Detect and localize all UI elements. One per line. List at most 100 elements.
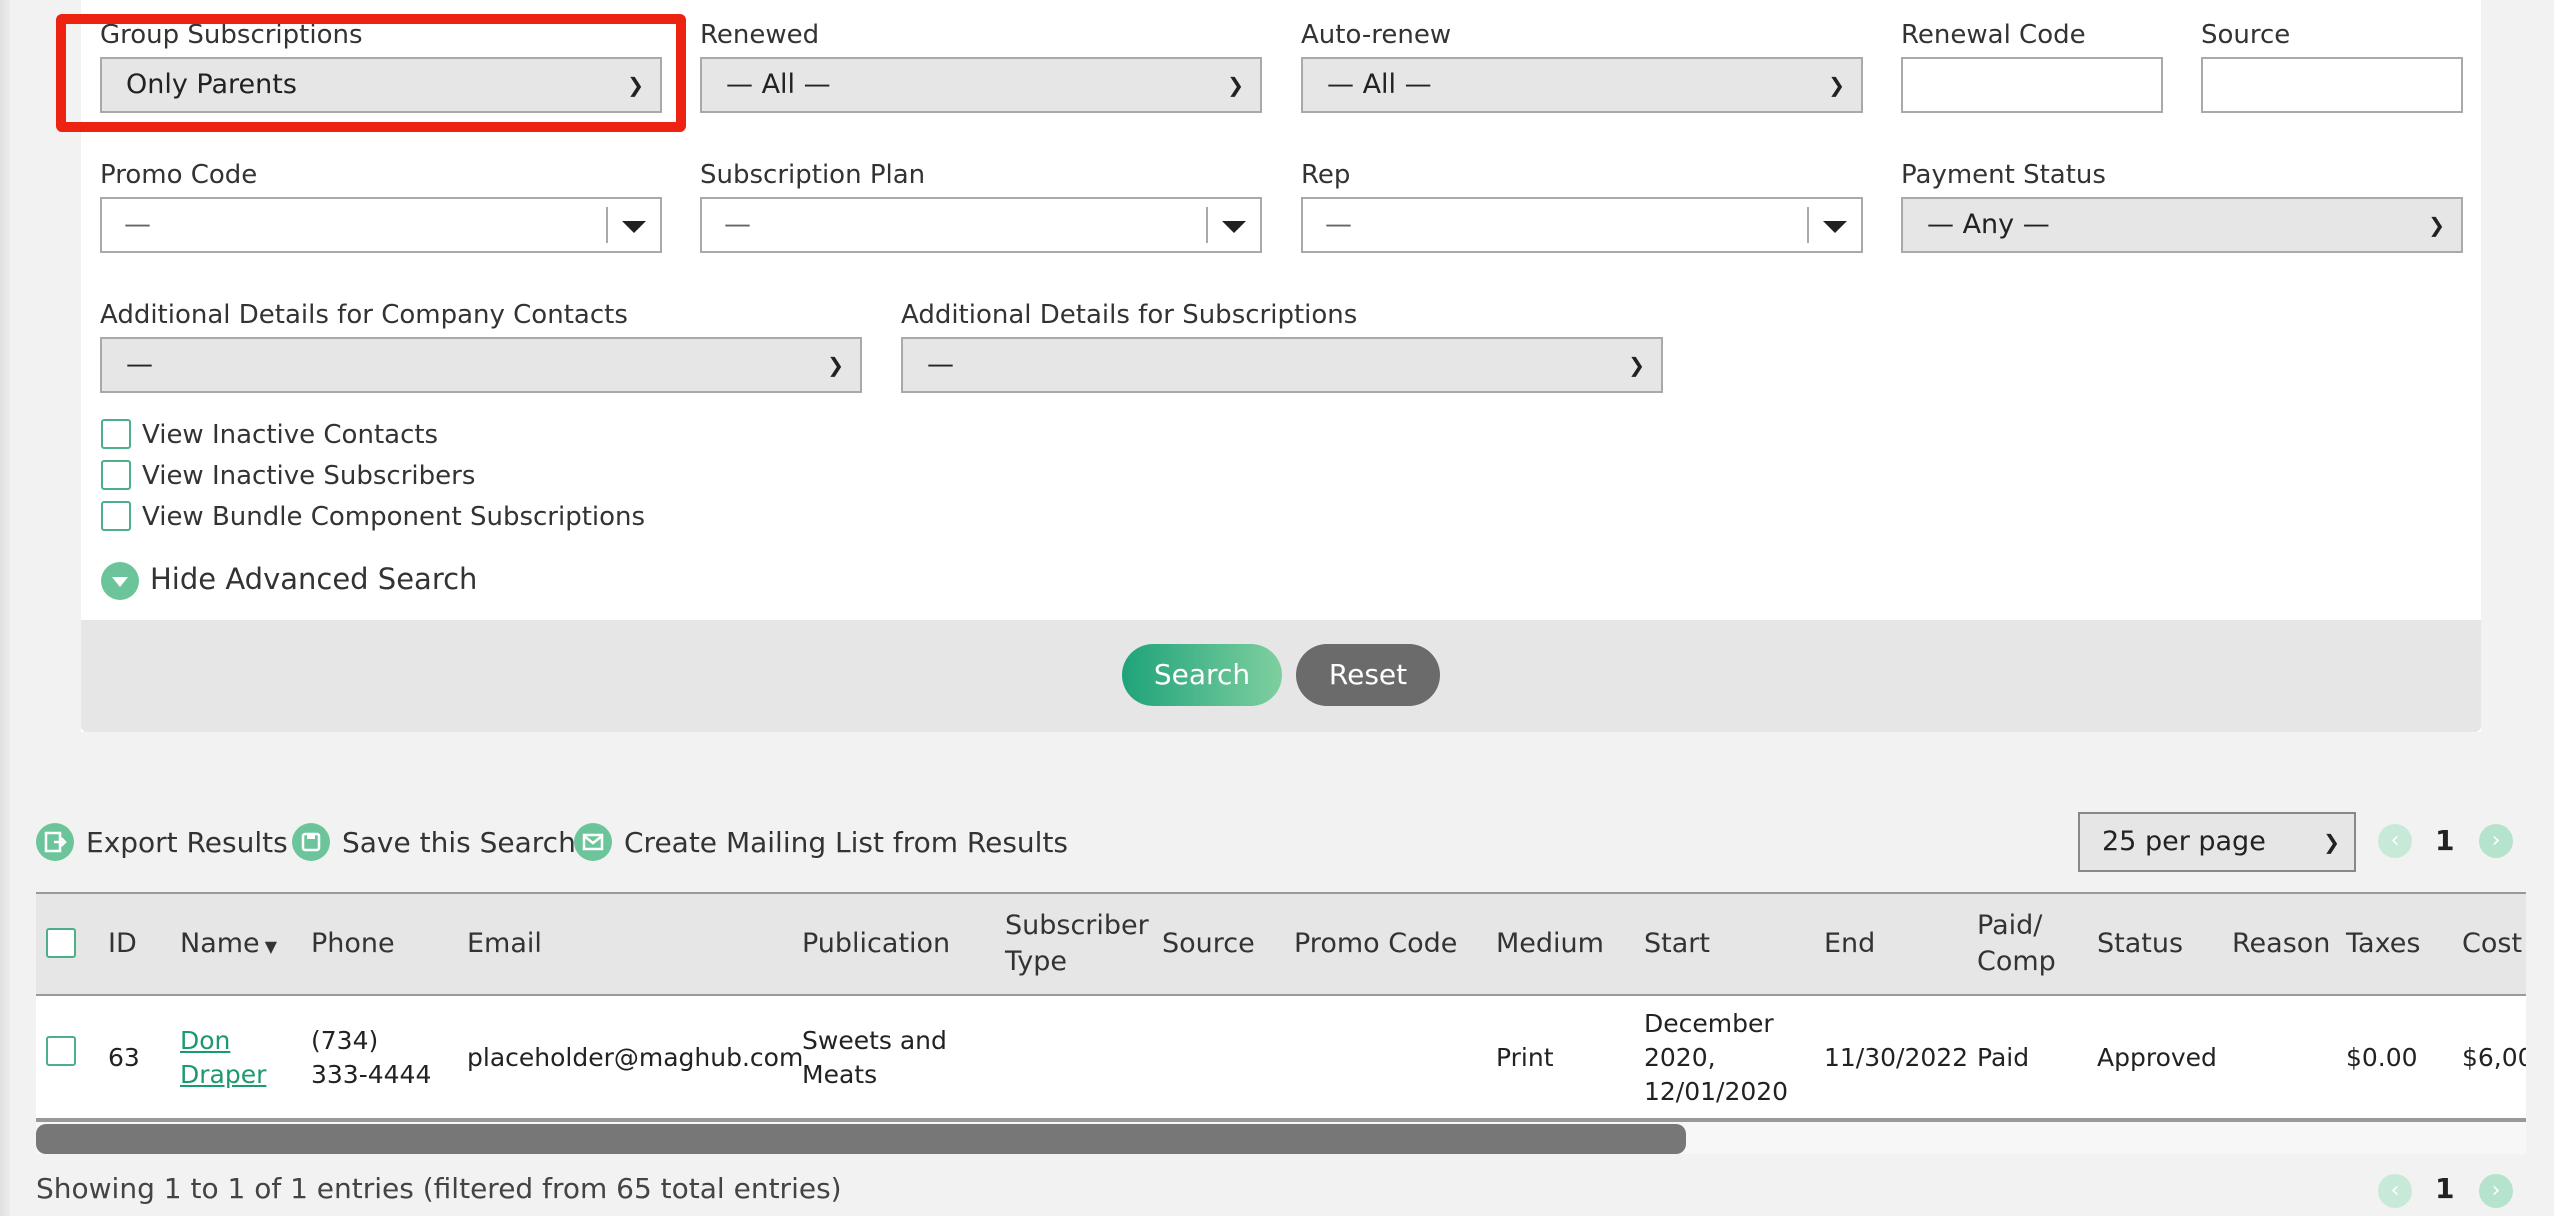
rep-value: — [1325,209,1352,240]
subscription-details-label: Additional Details for Subscriptions [901,300,1358,330]
payment-status-value: — Any — [1927,209,2050,240]
col-phone[interactable]: Phone [311,926,395,962]
promo-code-value: — [124,209,151,240]
prev-page-icon[interactable]: ‹ [2378,1174,2412,1208]
bundle-component-label[interactable]: View Bundle Component Subscriptions [142,502,645,532]
col-name-label: Name [180,928,260,959]
renewed-select[interactable]: — All — ❯ [700,57,1262,113]
chevron-down-icon: ❯ [2428,213,2445,237]
col-end[interactable]: End [1824,926,1875,962]
horizontal-scrollbar[interactable] [36,1120,2526,1154]
auto-renew-label: Auto-renew [1301,20,1452,50]
col-email[interactable]: Email [467,926,542,962]
inactive-subscribers-label[interactable]: View Inactive Subscribers [142,461,475,491]
col-taxes[interactable]: Taxes [2346,926,2420,962]
cell-start: December 2020, 12/01/2020 [1644,1009,1789,1106]
company-details-select[interactable]: — ❯ [100,337,862,393]
chevron-down-icon: ❯ [827,353,844,377]
dropdown-arrow-icon[interactable] [622,221,646,233]
renewal-code-input[interactable] [1901,57,2163,113]
reset-button[interactable]: Reset [1296,644,1440,706]
source-input[interactable] [2201,57,2463,113]
collapse-icon[interactable] [101,562,139,600]
col-promo-code[interactable]: Promo Code [1294,926,1457,962]
col-paid-comp[interactable]: Paid/ Comp [1977,908,2067,980]
subscription-plan-value: — [724,209,751,240]
inactive-contacts-label[interactable]: View Inactive Contacts [142,420,438,450]
sort-desc-icon: ▼ [259,937,278,956]
cell-end: 11/30/2022 [1824,1043,1969,1072]
subscription-plan-label: Subscription Plan [700,160,926,190]
page-number[interactable]: 1 [2435,824,2454,857]
table-row: 63 Don Draper (734) 333-4444 placeholder… [36,996,2526,1120]
col-medium[interactable]: Medium [1496,926,1604,962]
cell-phone: (734) 333-4444 [311,1026,432,1089]
cell-status: Approved [2097,1043,2217,1072]
inactive-contacts-checkbox[interactable] [101,419,131,449]
company-details-value: — [126,349,153,380]
export-results-link[interactable]: Export Results [86,826,288,859]
dropdown-arrow-icon[interactable] [1222,221,1246,233]
rep-combobox[interactable]: — [1301,197,1863,253]
col-name[interactable]: Name ▼ [180,926,277,965]
table-header: ID Name ▼ Phone Email Publication Subscr… [36,892,2526,996]
results-table: ID Name ▼ Phone Email Publication Subscr… [36,892,2526,1120]
col-start[interactable]: Start [1644,926,1710,962]
col-publication[interactable]: Publication [802,926,950,962]
subscription-plan-combobox[interactable]: — [700,197,1262,253]
source-label: Source [2201,20,2291,50]
select-all-checkbox[interactable] [46,928,76,958]
page-number[interactable]: 1 [2435,1172,2454,1205]
hide-advanced-search-link[interactable]: Hide Advanced Search [150,562,477,596]
rep-label: Rep [1301,160,1351,190]
subscription-details-value: — [927,349,954,380]
export-icon[interactable] [36,823,74,861]
chevron-down-icon: ❯ [1628,353,1645,377]
cell-publication: Sweets and Meats [802,1026,947,1089]
renewal-code-label: Renewal Code [1901,20,2086,50]
divider [606,207,608,243]
auto-renew-value: — All — [1327,69,1432,100]
cell-cost: $6,00 [2462,1043,2526,1072]
payment-status-label: Payment Status [1901,160,2106,190]
payment-status-select[interactable]: — Any — ❯ [1901,197,2463,253]
cell-name-link[interactable]: Don Draper [180,1024,280,1092]
mail-icon[interactable] [574,823,612,861]
cell-medium: Print [1496,1043,1554,1072]
promo-code-combobox[interactable]: — [100,197,662,253]
save-search-link[interactable]: Save this Search [342,826,576,859]
cell-id: 63 [108,1043,140,1072]
company-details-label: Additional Details for Company Contacts [100,300,628,330]
col-status[interactable]: Status [2097,926,2183,962]
col-id[interactable]: ID [108,926,137,962]
dropdown-arrow-icon[interactable] [1823,221,1847,233]
bundle-component-checkbox[interactable] [101,501,131,531]
cell-taxes: $0.00 [2346,1043,2418,1072]
subscription-details-select[interactable]: — ❯ [901,337,1663,393]
renewed-value: — All — [726,69,831,100]
col-source[interactable]: Source [1162,926,1255,962]
inactive-subscribers-checkbox[interactable] [101,460,131,490]
next-page-icon[interactable]: › [2479,824,2513,858]
cell-paid-comp: Paid [1977,1043,2030,1072]
auto-renew-select[interactable]: — All — ❯ [1301,57,1863,113]
chevron-down-icon: ❯ [1828,73,1845,97]
per-page-select[interactable]: 25 per page ❯ [2078,812,2356,872]
save-icon[interactable] [292,823,330,861]
col-reason[interactable]: Reason [2232,926,2330,962]
divider [1206,207,1208,243]
renewed-label: Renewed [700,20,820,50]
col-cost[interactable]: Cost [2462,926,2522,962]
col-subscriber-type[interactable]: Subscriber Type [1005,908,1155,980]
divider [1807,207,1809,243]
search-button[interactable]: Search [1122,644,1282,706]
prev-page-icon[interactable]: ‹ [2378,824,2412,858]
page-edge [0,0,10,1216]
entries-info: Showing 1 to 1 of 1 entries (filtered fr… [36,1172,842,1205]
highlight-box [56,14,686,132]
scrollbar-thumb[interactable] [36,1124,1686,1154]
next-page-icon[interactable]: › [2479,1174,2513,1208]
create-mailing-list-link[interactable]: Create Mailing List from Results [624,826,1068,859]
row-checkbox[interactable] [46,1036,76,1066]
cell-email: placeholder@maghub.com [467,1043,804,1072]
